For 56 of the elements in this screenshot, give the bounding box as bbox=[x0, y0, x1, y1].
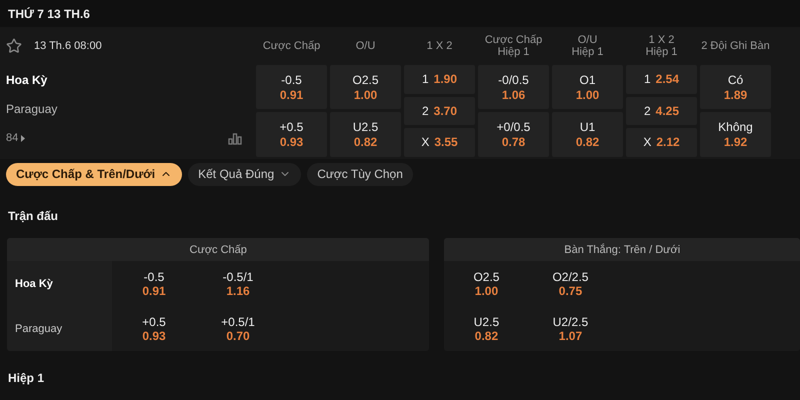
team-name: Paraguay bbox=[6, 102, 58, 116]
market-header: Cược Chấp bbox=[262, 39, 322, 54]
odds-cell[interactable]: U1 0.82 bbox=[552, 112, 623, 157]
panel-title: Cược Chấp bbox=[190, 244, 247, 256]
team-name: Hoa Kỳ bbox=[6, 72, 48, 87]
odds-cell[interactable]: 2 3.70 bbox=[404, 96, 475, 126]
section-title: Hiệp 1 bbox=[8, 370, 44, 385]
odds-cell[interactable]: -0.5 0.91 bbox=[256, 65, 327, 110]
odds-price: 0.82 bbox=[474, 328, 498, 343]
market-header: 1 X 2 Hiệp 1 bbox=[644, 33, 678, 60]
odds-price: 1.07 bbox=[558, 328, 582, 343]
market-header: O/U Hiệp 1 bbox=[570, 33, 604, 60]
odds-cell[interactable]: X 3.55 bbox=[404, 128, 475, 157]
bet-type-tab[interactable]: Cược Chấp & Trên/Dưới bbox=[6, 162, 182, 186]
market-header: 1 X 2 bbox=[426, 39, 454, 54]
date-header: THỨ 7 13 TH.6 bbox=[8, 6, 90, 21]
market-header: 2 Đội Ghi Bàn bbox=[700, 39, 771, 54]
panel-title: Bàn Thắng: Trên / Dưới bbox=[564, 244, 680, 256]
more-markets-count[interactable]: 84 bbox=[6, 132, 18, 144]
team-name: Hoa Kỳ bbox=[15, 278, 54, 290]
section-title: Trận đấu bbox=[8, 209, 58, 224]
odds-line: -0.5/1 bbox=[222, 270, 254, 284]
odds-price: 1.16 bbox=[226, 284, 250, 298]
favorite-star-icon[interactable] bbox=[6, 38, 22, 54]
odds-line: O2/2.5 bbox=[552, 270, 588, 284]
odds-cell[interactable]: +0.5 0.93 bbox=[256, 112, 327, 157]
odds-cell[interactable]: O2.5 1.00 bbox=[330, 65, 401, 110]
odds-line: O2.5 bbox=[473, 270, 500, 284]
odds-price: 0.70 bbox=[226, 328, 250, 343]
odds-price: 0.91 bbox=[142, 284, 166, 298]
odds-cell[interactable]: U2.5 0.82 bbox=[330, 112, 401, 157]
match-time: 13 Th.6 08:00 bbox=[34, 40, 102, 52]
odds-line: +0.5/1 bbox=[221, 314, 255, 329]
odds-cell[interactable]: 1 2.54 bbox=[626, 65, 697, 94]
odds-cell[interactable]: 1 1.90 bbox=[404, 65, 475, 94]
odds-price: 1.00 bbox=[474, 284, 498, 298]
odds-line: U2/2.5 bbox=[552, 314, 588, 329]
odds-cell[interactable]: X 2.12 bbox=[626, 128, 697, 157]
team-name: Paraguay bbox=[15, 322, 64, 335]
market-header: Cược Chấp Hiệp 1 bbox=[484, 33, 544, 60]
market-header: O/U bbox=[354, 39, 376, 54]
odds-cell[interactable]: -0/0.5 1.06 bbox=[478, 65, 549, 110]
odds-price: 0.93 bbox=[142, 328, 166, 343]
odds-cell[interactable]: O1 1.00 bbox=[552, 65, 623, 110]
odds-line: -0.5 bbox=[144, 270, 164, 284]
bet-type-tab[interactable]: Cược Tùy Chọn bbox=[307, 162, 413, 186]
odds-price: 0.75 bbox=[558, 284, 582, 298]
bar-chart-icon[interactable] bbox=[228, 131, 242, 146]
odds-cell[interactable]: +0/0.5 0.78 bbox=[478, 112, 549, 157]
odds-line: U2.5 bbox=[474, 314, 500, 329]
odds-cell[interactable]: Có 1.89 bbox=[700, 65, 771, 110]
odds-line: +0.5 bbox=[142, 314, 166, 329]
caret-right-icon bbox=[21, 134, 26, 142]
odds-cell[interactable]: 2 4.25 bbox=[626, 96, 697, 126]
bet-type-tab[interactable]: Kết Quả Đúng bbox=[188, 162, 302, 186]
odds-cell[interactable]: Không 1.92 bbox=[700, 112, 771, 157]
